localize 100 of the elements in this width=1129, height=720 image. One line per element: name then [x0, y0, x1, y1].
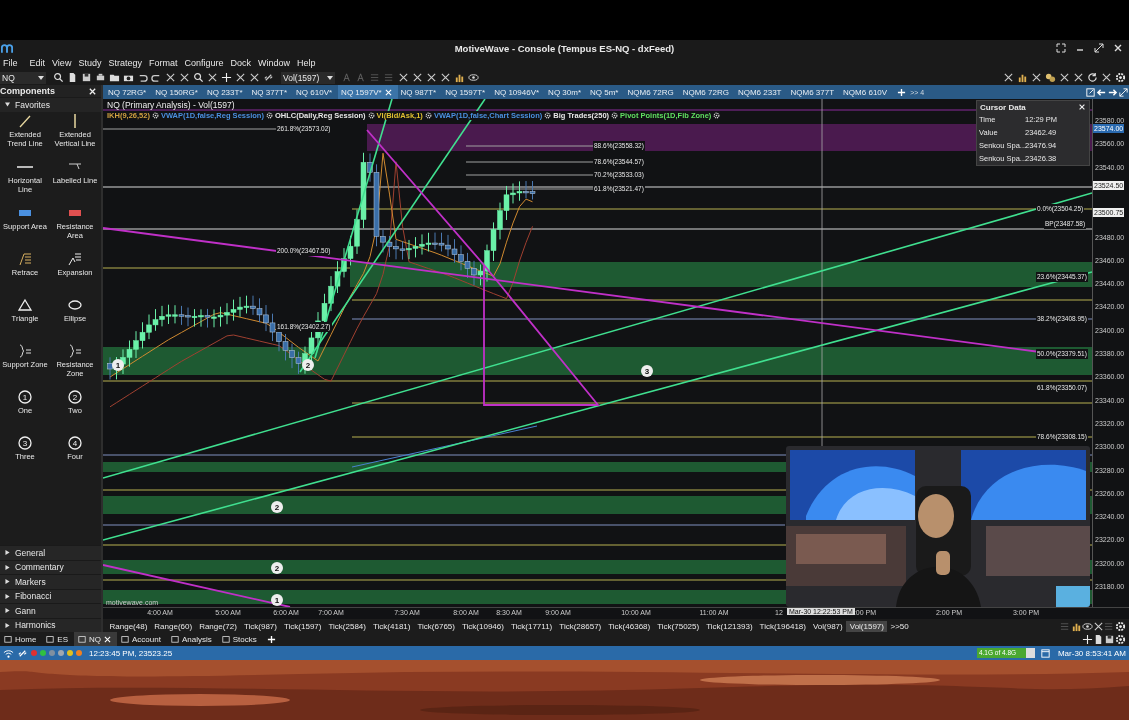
bar-size-tab[interactable]: Tick(121393): [702, 620, 757, 632]
bar-size-tab[interactable]: Range(48): [106, 620, 151, 632]
chart-tab[interactable]: NQM6 377T: [787, 85, 841, 99]
settings-icon[interactable]: [544, 112, 552, 119]
settings-icon[interactable]: [713, 112, 721, 119]
tool-icon[interactable]: [412, 72, 423, 83]
settings-icon[interactable]: [367, 112, 375, 119]
tool-group[interactable]: Markers: [0, 574, 101, 589]
crosshair-icon[interactable]: [221, 72, 232, 83]
tool-icon[interactable]: [454, 72, 465, 83]
favorites-group[interactable]: Favorites: [0, 97, 101, 112]
tool-icon[interactable]: [1093, 620, 1104, 632]
chart-tab[interactable]: NQ 233T*: [203, 85, 249, 99]
tool-icon[interactable]: [1059, 72, 1070, 83]
settings-icon[interactable]: [424, 112, 432, 119]
menu-item[interactable]: Study: [77, 58, 108, 68]
chart-tab[interactable]: NQM6 72RG: [679, 85, 735, 99]
menu-item[interactable]: Help: [296, 58, 322, 68]
chart-tab[interactable]: NQ 5m*: [587, 85, 625, 99]
menu-item[interactable]: Format: [147, 58, 184, 68]
settings-icon[interactable]: [1115, 72, 1126, 83]
maximize-icon[interactable]: [1094, 43, 1104, 53]
menu-item[interactable]: View: [51, 58, 78, 68]
menu-item[interactable]: Edit: [28, 58, 52, 68]
chart-tab[interactable]: NQM6 233T: [734, 85, 788, 99]
save-icon[interactable]: [81, 72, 92, 83]
eye-icon[interactable]: [1082, 620, 1093, 632]
add-tab-icon[interactable]: [897, 87, 907, 97]
redo-icon[interactable]: [151, 72, 162, 83]
bar-size-tab[interactable]: Tick(987): [240, 620, 281, 632]
symbol-dropdown[interactable]: NQ: [0, 71, 46, 84]
chart-tab[interactable]: NQM6 610V: [840, 85, 894, 99]
bar-size-tab[interactable]: Range(72): [195, 620, 241, 632]
search-icon[interactable]: [53, 72, 64, 83]
eye-icon[interactable]: [468, 72, 479, 83]
bar-size-tab[interactable]: Tick(2584): [325, 620, 370, 632]
bar-size-tab[interactable]: Tick(17711): [507, 620, 556, 632]
save-icon[interactable]: [1104, 633, 1115, 645]
tool-group[interactable]: General: [0, 545, 101, 560]
tool-icon[interactable]: [1031, 72, 1042, 83]
close-icon[interactable]: [88, 86, 97, 96]
document-icon[interactable]: [67, 72, 78, 83]
document-tab[interactable]: ES: [42, 632, 74, 646]
bar-size-tab[interactable]: Range(60): [150, 620, 196, 632]
menu-item[interactable]: File: [2, 58, 29, 68]
bar-size-tab[interactable]: Tick(4181): [369, 620, 414, 632]
tool-icon[interactable]: [1073, 72, 1084, 83]
chart-tab[interactable]: NQ 1597T*: [442, 85, 492, 99]
undo-icon[interactable]: [137, 72, 148, 83]
chart-tab[interactable]: NQM6 72RG: [624, 85, 680, 99]
bar-size-tab[interactable]: Tick(28657): [555, 620, 605, 632]
tool-icon[interactable]: [165, 72, 176, 83]
bar-size-tab[interactable]: Tick(196418): [756, 620, 810, 632]
chart-tab[interactable]: NQ 10946V*: [491, 85, 546, 99]
document-tab[interactable]: NQ: [74, 632, 117, 646]
bar-size-tab[interactable]: Vol(1597): [846, 620, 888, 632]
more-link[interactable]: >>50: [890, 621, 909, 631]
tool-icon[interactable]: [1101, 72, 1112, 83]
document-tab[interactable]: Analysis: [166, 632, 218, 646]
bar-size-tab[interactable]: Tick(1597): [280, 620, 325, 632]
chart-tab[interactable]: NQ 377T*: [248, 85, 294, 99]
bar-size-tab[interactable]: Tick(10946): [458, 620, 508, 632]
menu-item[interactable]: Window: [257, 58, 296, 68]
settings-icon[interactable]: [1115, 620, 1126, 632]
tool-icon[interactable]: [426, 72, 437, 83]
folder-icon[interactable]: [109, 72, 120, 83]
tool-icon[interactable]: [1045, 72, 1056, 83]
menu-item[interactable]: Configure: [183, 58, 230, 68]
tool-icon[interactable]: [207, 72, 218, 83]
chart-tab[interactable]: NQ 150RG*: [152, 85, 204, 99]
tool-icon[interactable]: [235, 72, 246, 83]
tool-icon[interactable]: [95, 72, 106, 83]
link-icon[interactable]: [263, 72, 274, 83]
refresh-icon[interactable]: [1087, 72, 1098, 83]
close-icon[interactable]: [1113, 43, 1123, 53]
settings-icon[interactable]: [265, 112, 273, 119]
chart-tab[interactable]: NQ 1597V*: [338, 85, 398, 99]
zoom-icon[interactable]: [193, 72, 204, 83]
bar-size-tab[interactable]: Vol(987): [809, 620, 847, 632]
tool-group[interactable]: Gann: [0, 603, 101, 618]
settings-icon[interactable]: [1115, 633, 1126, 645]
document-tab[interactable]: Home: [0, 632, 43, 646]
expand-icon[interactable]: [1118, 86, 1129, 98]
fullscreen-icon[interactable]: [1056, 43, 1066, 53]
document-icon[interactable]: [1093, 633, 1104, 645]
menu-item[interactable]: Strategy: [107, 58, 148, 68]
close-icon[interactable]: [1078, 103, 1086, 111]
document-tab[interactable]: Stocks: [217, 632, 263, 646]
add-tab-icon[interactable]: [266, 634, 276, 644]
crosshair-icon[interactable]: [1082, 633, 1093, 645]
bar-size-tab[interactable]: Tick(75025): [653, 620, 703, 632]
tool-icon[interactable]: [249, 72, 260, 83]
settings-icon[interactable]: [611, 112, 619, 119]
chart-tab[interactable]: NQ 72RG*: [105, 85, 153, 99]
chart-tab[interactable]: NQ 610V*: [293, 85, 339, 99]
bar-size-tab[interactable]: Tick(46368): [604, 620, 654, 632]
chart-tab[interactable]: NQ 987T*: [397, 85, 443, 99]
settings-icon[interactable]: [151, 112, 159, 119]
bar-size-tab[interactable]: Tick(6765): [414, 620, 459, 632]
bar-size-dropdown[interactable]: Vol(1597): [281, 71, 335, 84]
